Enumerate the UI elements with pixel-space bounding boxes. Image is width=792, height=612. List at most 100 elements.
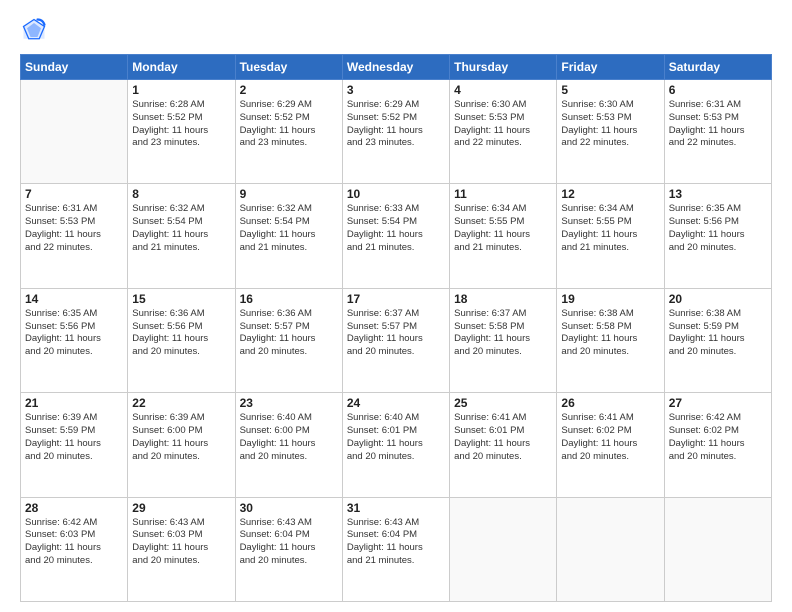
calendar-cell: 31 Sunrise: 6:43 AM Sunset: 6:04 PM Dayli… — [342, 497, 449, 601]
day-info: Sunrise: 6:30 AM Sunset: 5:53 PM Dayligh… — [454, 99, 552, 150]
day-info: Sunrise: 6:35 AM Sunset: 5:56 PM Dayligh… — [669, 203, 767, 254]
calendar-cell: 15 Sunrise: 6:36 AM Sunset: 5:56 PM Dayli… — [128, 288, 235, 392]
calendar-cell: 5 Sunrise: 6:30 AM Sunset: 5:53 PM Daylig… — [557, 80, 664, 184]
day-info: Sunrise: 6:33 AM Sunset: 5:54 PM Dayligh… — [347, 203, 445, 254]
calendar-cell — [450, 497, 557, 601]
day-info: Sunrise: 6:37 AM Sunset: 5:58 PM Dayligh… — [454, 308, 552, 359]
day-info: Sunrise: 6:29 AM Sunset: 5:52 PM Dayligh… — [347, 99, 445, 150]
calendar-cell: 17Sunrise: 6:37 AM Sunset: 5:57 PM Dayli… — [342, 288, 449, 392]
calendar-cell: 22Sunrise: 6:39 AM Sunset: 6:00 PM Dayli… — [128, 393, 235, 497]
day-info: Sunrise: 6:41 AM Sunset: 6:01 PM Dayligh… — [454, 412, 552, 463]
day-info: Sunrise: 6:36 AM Sunset: 5:56 PM Dayligh… — [132, 308, 230, 359]
day-number: 12 — [561, 187, 659, 201]
weekday-header-tuesday: Tuesday — [235, 55, 342, 80]
day-info: Sunrise: 6:34 AM Sunset: 5:55 PM Dayligh… — [454, 203, 552, 254]
day-info: Sunrise: 6:40 AM Sunset: 6:00 PM Dayligh… — [240, 412, 338, 463]
calendar-cell: 23 Sunrise: 6:40 AM Sunset: 6:00 PM Dayli… — [235, 393, 342, 497]
calendar-cell: 8Sunrise: 6:32 AM Sunset: 5:54 PM Daylig… — [128, 184, 235, 288]
day-number: 22 — [132, 396, 230, 410]
day-number: 31 — [347, 501, 445, 515]
day-number: 9 — [240, 187, 338, 201]
calendar-cell: 24Sunrise: 6:40 AM Sunset: 6:01 PM Dayli… — [342, 393, 449, 497]
day-number: 15 — [132, 292, 230, 306]
weekday-header-friday: Friday — [557, 55, 664, 80]
day-number: 10 — [347, 187, 445, 201]
day-info: Sunrise: 6:43 AM Sunset: 6:04 PM Dayligh… — [347, 517, 445, 568]
calendar-cell: 18Sunrise: 6:37 AM Sunset: 5:58 PM Dayli… — [450, 288, 557, 392]
calendar-cell: 3 Sunrise: 6:29 AM Sunset: 5:52 PM Daylig… — [342, 80, 449, 184]
calendar-cell: 27Sunrise: 6:42 AM Sunset: 6:02 PM Dayli… — [664, 393, 771, 497]
calendar-cell: 7 Sunrise: 6:31 AM Sunset: 5:53 PM Daylig… — [21, 184, 128, 288]
calendar-cell: 4 Sunrise: 6:30 AM Sunset: 5:53 PM Daylig… — [450, 80, 557, 184]
day-number: 11 — [454, 187, 552, 201]
day-number: 1 — [132, 83, 230, 97]
weekday-header-row: SundayMondayTuesdayWednesdayThursdayFrid… — [21, 55, 772, 80]
calendar-cell: 25 Sunrise: 6:41 AM Sunset: 6:01 PM Dayli… — [450, 393, 557, 497]
weekday-header-sunday: Sunday — [21, 55, 128, 80]
day-number: 3 — [347, 83, 445, 97]
day-number: 28 — [25, 501, 123, 515]
calendar-cell — [21, 80, 128, 184]
calendar-week-row: 14 Sunrise: 6:35 AM Sunset: 5:56 PM Dayli… — [21, 288, 772, 392]
calendar-week-row: 1 Sunrise: 6:28 AM Sunset: 5:52 PM Daylig… — [21, 80, 772, 184]
day-info: Sunrise: 6:32 AM Sunset: 5:54 PM Dayligh… — [240, 203, 338, 254]
day-info: Sunrise: 6:42 AM Sunset: 6:03 PM Dayligh… — [25, 517, 123, 568]
logo — [20, 16, 52, 44]
day-info: Sunrise: 6:43 AM Sunset: 6:04 PM Dayligh… — [240, 517, 338, 568]
weekday-header-thursday: Thursday — [450, 55, 557, 80]
calendar-cell: 12 Sunrise: 6:34 AM Sunset: 5:55 PM Dayli… — [557, 184, 664, 288]
day-info: Sunrise: 6:31 AM Sunset: 5:53 PM Dayligh… — [25, 203, 123, 254]
calendar-cell: 30 Sunrise: 6:43 AM Sunset: 6:04 PM Dayli… — [235, 497, 342, 601]
day-info: Sunrise: 6:29 AM Sunset: 5:52 PM Dayligh… — [240, 99, 338, 150]
day-number: 23 — [240, 396, 338, 410]
day-info: Sunrise: 6:35 AM Sunset: 5:56 PM Dayligh… — [25, 308, 123, 359]
logo-icon — [20, 16, 48, 44]
calendar-cell: 10 Sunrise: 6:33 AM Sunset: 5:54 PM Dayli… — [342, 184, 449, 288]
calendar-cell: 2 Sunrise: 6:29 AM Sunset: 5:52 PM Daylig… — [235, 80, 342, 184]
day-number: 2 — [240, 83, 338, 97]
calendar-cell: 16Sunrise: 6:36 AM Sunset: 5:57 PM Dayli… — [235, 288, 342, 392]
calendar-cell — [557, 497, 664, 601]
day-info: Sunrise: 6:39 AM Sunset: 5:59 PM Dayligh… — [25, 412, 123, 463]
calendar-cell: 29 Sunrise: 6:43 AM Sunset: 6:03 PM Dayli… — [128, 497, 235, 601]
day-info: Sunrise: 6:41 AM Sunset: 6:02 PM Dayligh… — [561, 412, 659, 463]
day-info: Sunrise: 6:43 AM Sunset: 6:03 PM Dayligh… — [132, 517, 230, 568]
calendar-cell: 26Sunrise: 6:41 AM Sunset: 6:02 PM Dayli… — [557, 393, 664, 497]
day-info: Sunrise: 6:31 AM Sunset: 5:53 PM Dayligh… — [669, 99, 767, 150]
day-number: 24 — [347, 396, 445, 410]
calendar-cell: 1 Sunrise: 6:28 AM Sunset: 5:52 PM Daylig… — [128, 80, 235, 184]
calendar-cell: 19Sunrise: 6:38 AM Sunset: 5:58 PM Dayli… — [557, 288, 664, 392]
weekday-header-saturday: Saturday — [664, 55, 771, 80]
day-number: 8 — [132, 187, 230, 201]
day-number: 20 — [669, 292, 767, 306]
calendar-week-row: 28 Sunrise: 6:42 AM Sunset: 6:03 PM Dayli… — [21, 497, 772, 601]
day-info: Sunrise: 6:30 AM Sunset: 5:53 PM Dayligh… — [561, 99, 659, 150]
calendar-cell: 9 Sunrise: 6:32 AM Sunset: 5:54 PM Daylig… — [235, 184, 342, 288]
day-number: 5 — [561, 83, 659, 97]
calendar-cell: 21Sunrise: 6:39 AM Sunset: 5:59 PM Dayli… — [21, 393, 128, 497]
calendar-cell: 6 Sunrise: 6:31 AM Sunset: 5:53 PM Daylig… — [664, 80, 771, 184]
day-info: Sunrise: 6:28 AM Sunset: 5:52 PM Dayligh… — [132, 99, 230, 150]
weekday-header-wednesday: Wednesday — [342, 55, 449, 80]
day-number: 29 — [132, 501, 230, 515]
day-info: Sunrise: 6:34 AM Sunset: 5:55 PM Dayligh… — [561, 203, 659, 254]
day-number: 25 — [454, 396, 552, 410]
calendar-cell: 28 Sunrise: 6:42 AM Sunset: 6:03 PM Dayli… — [21, 497, 128, 601]
day-number: 6 — [669, 83, 767, 97]
calendar-cell — [664, 497, 771, 601]
calendar-table: SundayMondayTuesdayWednesdayThursdayFrid… — [20, 54, 772, 602]
day-number: 17 — [347, 292, 445, 306]
weekday-header-monday: Monday — [128, 55, 235, 80]
calendar-cell: 13Sunrise: 6:35 AM Sunset: 5:56 PM Dayli… — [664, 184, 771, 288]
day-number: 7 — [25, 187, 123, 201]
calendar-cell: 20 Sunrise: 6:38 AM Sunset: 5:59 PM Dayli… — [664, 288, 771, 392]
day-number: 4 — [454, 83, 552, 97]
day-number: 16 — [240, 292, 338, 306]
calendar-cell: 11 Sunrise: 6:34 AM Sunset: 5:55 PM Dayli… — [450, 184, 557, 288]
calendar-week-row: 7 Sunrise: 6:31 AM Sunset: 5:53 PM Daylig… — [21, 184, 772, 288]
day-number: 30 — [240, 501, 338, 515]
header — [20, 16, 772, 44]
calendar-week-row: 21Sunrise: 6:39 AM Sunset: 5:59 PM Dayli… — [21, 393, 772, 497]
day-info: Sunrise: 6:38 AM Sunset: 5:59 PM Dayligh… — [669, 308, 767, 359]
day-number: 14 — [25, 292, 123, 306]
